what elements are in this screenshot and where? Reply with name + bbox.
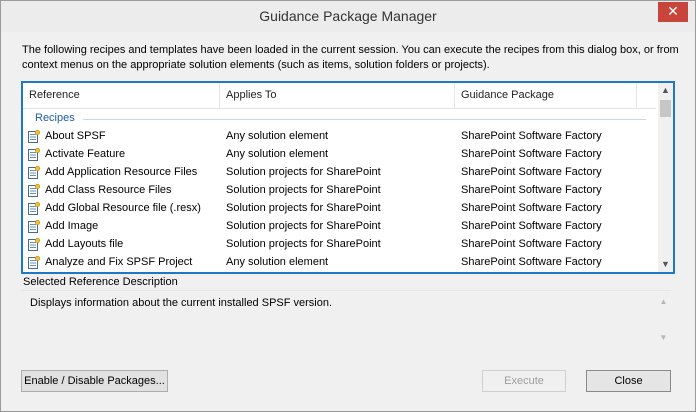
list-rows: About SPSF Any solution element SharePoint… <box>23 128 656 272</box>
applies-to-cell: Any solution element <box>226 148 329 160</box>
recipe-icon <box>28 147 41 161</box>
guidance-package-cell: SharePoint Software Factory <box>461 148 602 160</box>
table-row[interactable]: Add Class Resource Files Solution project… <box>23 182 656 200</box>
recipe-icon <box>28 183 41 197</box>
column-header-guidance-package[interactable]: Guidance Package <box>455 83 637 108</box>
description-box: Displays information about the current i… <box>21 290 671 347</box>
dialog-window: Guidance Package Manager ✕ The following… <box>0 0 696 412</box>
column-header-applies-to[interactable]: Applies To <box>220 83 455 108</box>
applies-to-cell: Solution projects for SharePoint <box>226 202 381 214</box>
window-close-button[interactable]: ✕ <box>658 2 688 22</box>
reference-cell: Add Application Resource Files <box>45 166 198 178</box>
group-header-recipes[interactable]: Recipes <box>23 110 656 128</box>
close-button[interactable]: Close <box>586 370 671 392</box>
reference-cell: Add Class Resource Files <box>45 184 172 196</box>
list-header: Reference Applies To Guidance Package <box>23 83 656 109</box>
guidance-package-cell: SharePoint Software Factory <box>461 166 602 178</box>
group-divider <box>83 119 646 120</box>
reference-cell: Add Layouts file <box>45 238 124 250</box>
applies-to-cell: Solution projects for SharePoint <box>226 220 381 232</box>
guidance-package-cell: SharePoint Software Factory <box>461 202 602 214</box>
table-row[interactable]: Analyze and Fix SPSF Project Any solution… <box>23 254 656 272</box>
applies-to-cell: Any solution element <box>226 130 329 142</box>
guidance-package-cell: SharePoint Software Factory <box>461 184 602 196</box>
scroll-up-icon[interactable]: ▲ <box>658 83 673 98</box>
recipe-icon <box>28 237 41 251</box>
recipe-icon <box>28 129 41 143</box>
list-scrollbar[interactable]: ▲ ▼ <box>658 83 673 272</box>
dialog-body: The following recipes and templates have… <box>8 32 688 404</box>
description-scrollbar[interactable]: ▲ ▼ <box>656 291 671 347</box>
execute-button[interactable]: Execute <box>482 370 566 392</box>
description-text: Displays information about the current i… <box>30 297 333 309</box>
reference-cell: Activate Feature <box>45 148 126 160</box>
guidance-package-cell: SharePoint Software Factory <box>461 256 602 268</box>
scrollbar-thumb[interactable] <box>660 100 671 117</box>
reference-cell: Add Image <box>45 220 99 232</box>
applies-to-cell: Solution projects for SharePoint <box>226 166 381 178</box>
reference-cell: About SPSF <box>45 130 106 142</box>
recipe-icon <box>28 255 41 269</box>
enable-disable-packages-button[interactable]: Enable / Disable Packages... <box>21 370 168 392</box>
table-row[interactable]: About SPSF Any solution element SharePoint… <box>23 128 656 146</box>
column-header-reference[interactable]: Reference <box>23 83 220 108</box>
table-row[interactable]: Add Layouts file Solution projects for Sh… <box>23 236 656 254</box>
scroll-down-icon[interactable]: ▼ <box>658 257 673 272</box>
intro-text: The following recipes and templates have… <box>22 44 679 71</box>
recipe-icon <box>28 201 41 215</box>
reference-cell: Analyze and Fix SPSF Project <box>45 256 193 268</box>
group-label: Recipes <box>35 112 75 124</box>
title-bar[interactable]: Guidance Package Manager ✕ <box>1 1 695 32</box>
scroll-up-icon[interactable]: ▲ <box>656 295 671 309</box>
applies-to-cell: Solution projects for SharePoint <box>226 238 381 250</box>
guidance-package-cell: SharePoint Software Factory <box>461 130 602 142</box>
recipe-icon <box>28 219 41 233</box>
table-row[interactable]: Add Image Solution projects for SharePoin… <box>23 218 656 236</box>
table-row[interactable]: Activate Feature Any solution element Shar… <box>23 146 656 164</box>
scroll-down-icon[interactable]: ▼ <box>656 331 671 345</box>
table-row[interactable]: Add Application Resource Files Solution p… <box>23 164 656 182</box>
guidance-package-cell: SharePoint Software Factory <box>461 238 602 250</box>
applies-to-cell: Any solution element <box>226 256 329 268</box>
recipe-icon <box>28 165 41 179</box>
window-title: Guidance Package Manager <box>259 8 437 24</box>
reference-cell: Add Global Resource file (.resx) <box>45 202 201 214</box>
recipes-list[interactable]: Reference Applies To Guidance Package Re… <box>21 81 675 274</box>
applies-to-cell: Solution projects for SharePoint <box>226 184 381 196</box>
description-label: Selected Reference Description <box>23 276 178 288</box>
guidance-package-cell: SharePoint Software Factory <box>461 220 602 232</box>
table-row[interactable]: Add Global Resource file (.resx) Solution… <box>23 200 656 218</box>
